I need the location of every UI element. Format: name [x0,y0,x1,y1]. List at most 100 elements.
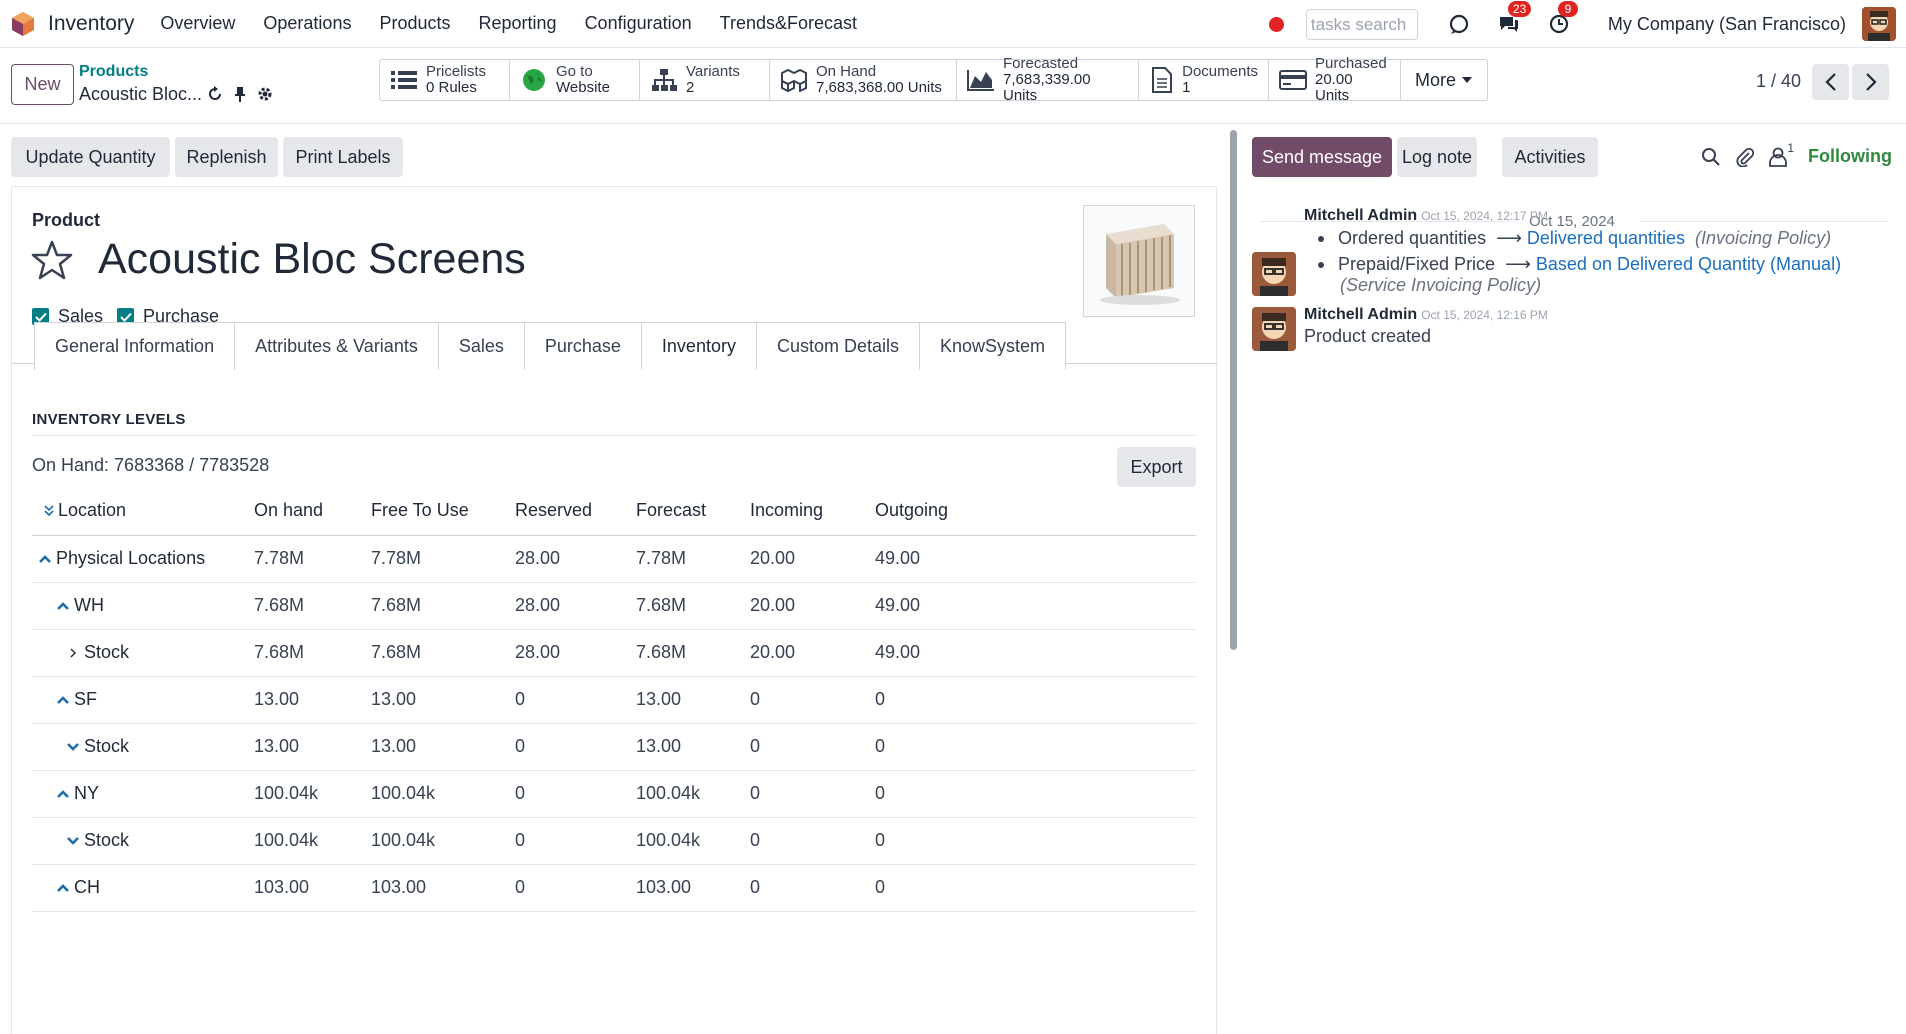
discard-refresh-icon[interactable] [207,86,223,102]
chevron-up-icon[interactable] [56,600,70,612]
form-sheet: Product Acoustic Bloc Screens Sales Purc… [11,186,1218,1034]
app-name[interactable]: Inventory [48,12,134,36]
reserved-cell: 0 [515,864,636,912]
search-icon[interactable] [1701,147,1721,167]
discuss-icon[interactable] [1446,11,1472,37]
purchased-smart-button[interactable]: Purchased 20.00 Units [1269,56,1401,104]
send-message-button[interactable]: Send message [1252,137,1392,177]
location-cell[interactable]: Stock [32,629,254,677]
location-cell[interactable]: Physical Locations [32,535,254,583]
tab-purchase[interactable]: Purchase [523,322,642,370]
tab-sales[interactable]: Sales [437,322,525,370]
chevron-up-icon[interactable] [56,694,70,706]
recording-indicator-icon[interactable] [1268,16,1284,32]
location-cell[interactable]: NY [32,770,254,818]
tab-custom-details[interactable]: Custom Details [755,322,921,370]
pin-icon[interactable] [233,86,247,102]
table-row[interactable]: WH 7.68M 7.68M 28.00 7.68M 20.00 49.00 [32,582,1196,630]
message-author[interactable]: Mitchell Admin Oct 15, 2024, 12:16 PM [1304,306,1548,324]
favorite-star-icon[interactable] [31,240,73,280]
menu-operations[interactable]: Operations [263,13,351,34]
documents-smart-button[interactable]: Documents 1 [1139,60,1269,100]
tab-inventory[interactable]: Inventory [640,322,757,370]
activities-clock-icon[interactable]: 9 [1546,1,1578,37]
form-scrollbar[interactable] [1230,130,1237,650]
chevron-up-icon[interactable] [56,788,70,800]
column-reserved[interactable]: Reserved [515,487,636,536]
menu-trends-forecast[interactable]: Trends&Forecast [720,13,857,34]
column-free-to-use[interactable]: Free To Use [371,487,515,536]
stat-value: 20.00 Units [1315,71,1353,104]
location-cell[interactable]: Stock [32,723,254,771]
new-button[interactable]: New [11,64,74,105]
company-switcher[interactable]: My Company (San Francisco) [1608,14,1846,35]
forecast-cell: 103.00 [636,864,750,912]
column-on-hand[interactable]: On hand [254,487,371,536]
user-avatar[interactable] [1862,7,1896,41]
chevron-up-icon[interactable] [38,553,52,565]
chevron-up-icon[interactable] [56,882,70,894]
location-cell[interactable]: WH [32,582,254,630]
column-forecast[interactable]: Forecast [636,487,750,536]
paperclip-icon[interactable] [1735,147,1755,167]
followers-button[interactable]: 1 [1769,141,1794,167]
menu-overview[interactable]: Overview [160,13,235,34]
product-name-field[interactable]: Acoustic Bloc Screens [98,235,526,284]
collapse-all-icon[interactable] [44,505,54,517]
location-cell[interactable]: SF [32,676,254,724]
on-hand-smart-button[interactable]: On Hand 7,683,368.00 Units [770,60,957,100]
menu-products[interactable]: Products [379,13,450,34]
chevron-down-icon[interactable] [66,741,80,753]
pager-previous-button[interactable] [1812,64,1849,100]
print-labels-button[interactable]: Print Labels [283,137,403,177]
inventory-app-logo-icon[interactable] [10,11,36,37]
message-author[interactable]: Mitchell Admin Oct 15, 2024, 12:17 PM [1304,207,1548,225]
column-outgoing[interactable]: Outgoing [875,487,1196,536]
column-location[interactable]: Location [32,487,254,536]
tab-attributes-variants[interactable]: Attributes & Variants [234,322,439,370]
tab-general-information[interactable]: General Information [34,322,236,370]
table-row[interactable]: NY 100.04k 100.04k 0 100.04k 0 0 [32,770,1196,818]
go-to-website-smart-button[interactable]: Go to Website [510,60,640,100]
column-incoming[interactable]: Incoming [750,487,875,536]
activities-button[interactable]: Activities [1502,137,1598,177]
stat-label: Variants [686,63,740,80]
message-author-avatar[interactable] [1252,307,1296,351]
menu-configuration[interactable]: Configuration [585,13,692,34]
reserved-cell: 28.00 [515,629,636,677]
replenish-button[interactable]: Replenish [175,137,278,177]
table-row[interactable]: Stock 100.04k 100.04k 0 100.04k 0 0 [32,817,1196,865]
chevron-down-icon[interactable] [66,835,80,847]
pager-value[interactable]: 1 / 40 [1756,71,1801,92]
chevron-right-icon[interactable] [66,647,80,659]
location-name: Physical Locations [56,548,206,568]
menu-reporting[interactable]: Reporting [479,13,557,34]
log-note-button[interactable]: Log note [1397,137,1477,177]
gear-icon[interactable] [257,86,273,102]
variants-smart-button[interactable]: Variants 2 [640,60,770,100]
pager-next-button[interactable] [1852,64,1889,100]
stat-value: 1 [1182,79,1191,96]
table-row[interactable]: Stock 13.00 13.00 0 13.00 0 0 [32,723,1196,771]
export-button[interactable]: Export [1117,447,1196,487]
update-quantity-button[interactable]: Update Quantity [11,137,170,177]
following-button[interactable]: Following [1808,146,1892,167]
table-row[interactable]: Stock 7.68M 7.68M 28.00 7.68M 20.00 49.00 [32,629,1196,677]
breadcrumb-products[interactable]: Products [79,63,148,81]
tab-knowsystem[interactable]: KnowSystem [919,322,1067,370]
location-cell[interactable]: CH [32,864,254,912]
product-image[interactable] [1083,205,1195,317]
reserved-cell: 0 [515,770,636,818]
message-author-avatar[interactable] [1252,252,1296,296]
tasks-search-input[interactable]: tasks search [1305,8,1418,40]
location-cell[interactable]: Stock [32,817,254,865]
stat-label: Documents [1182,63,1258,80]
more-smart-buttons-dropdown[interactable]: More [1401,60,1487,100]
table-row[interactable]: SF 13.00 13.00 0 13.00 0 0 [32,676,1196,724]
table-row[interactable]: Physical Locations 7.78M 7.78M 28.00 7.78M 20… [32,535,1196,583]
messages-icon[interactable]: 23 [1496,1,1532,37]
pricelists-smart-button[interactable]: Pricelists 0 Rules [380,60,510,100]
table-row[interactable]: CH 103.00 103.00 0 103.00 0 0 [32,864,1196,912]
forecasted-smart-button[interactable]: Forecasted 7,683,339.00 Units [957,56,1139,104]
incoming-cell: 0 [750,864,875,912]
